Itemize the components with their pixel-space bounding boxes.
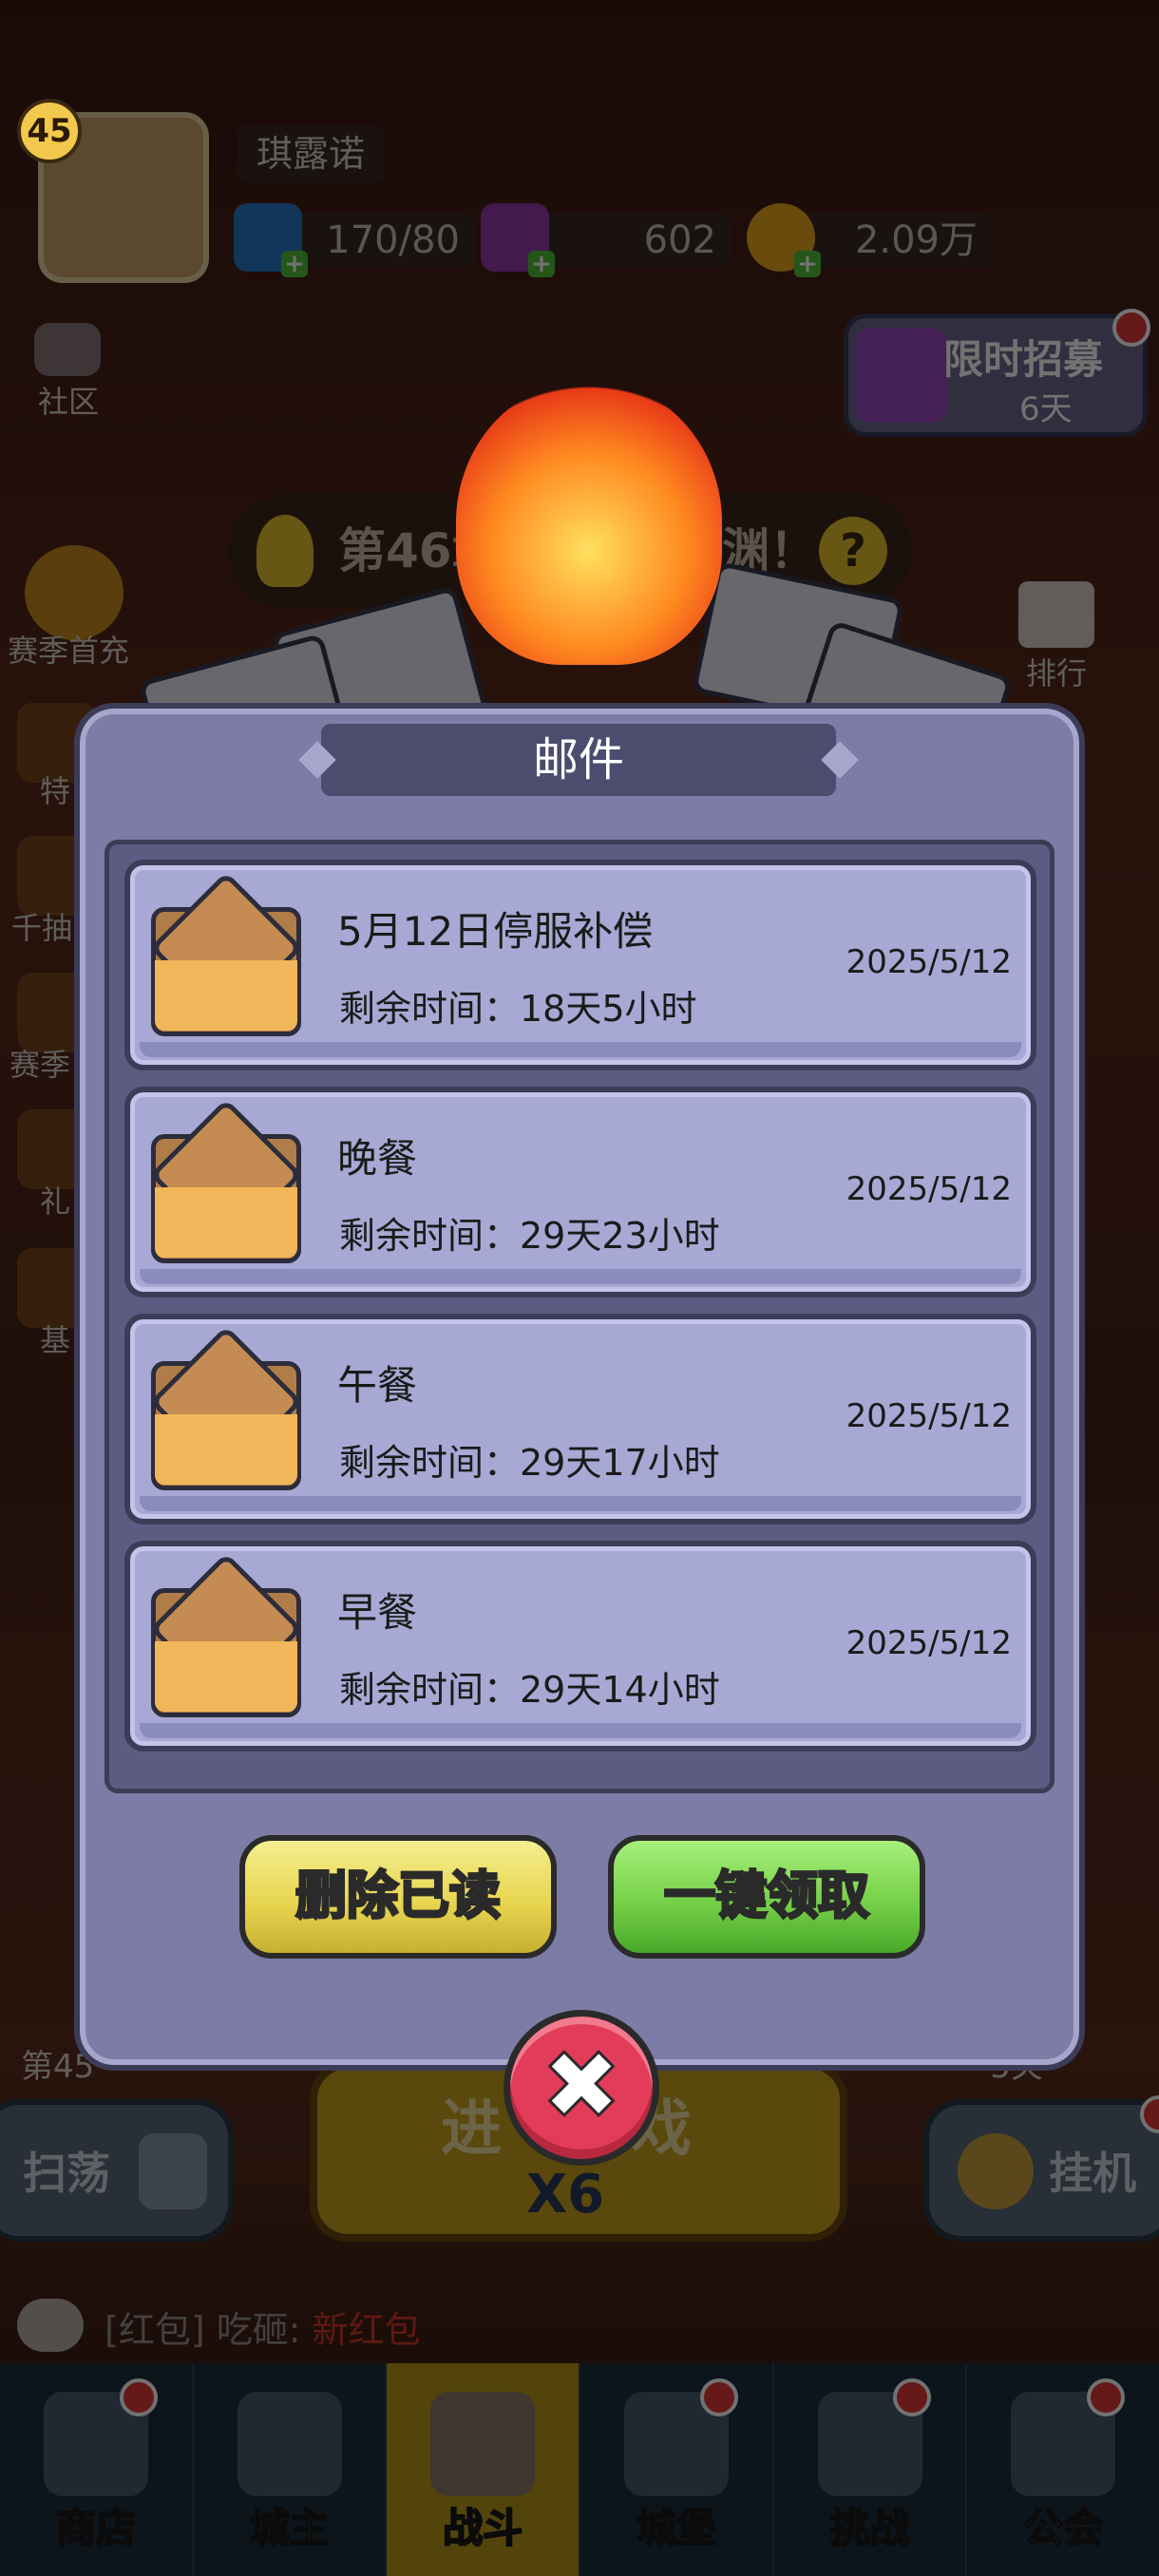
claim-all-button[interactable]: 一键领取 (608, 1835, 925, 1959)
mail-remaining-time: 剩余时间：29天17小时 (339, 1442, 720, 1484)
envelope-icon (149, 1098, 303, 1263)
player-level-badge: 45 (17, 99, 82, 163)
fire-hero-character (456, 380, 722, 665)
mail-item[interactable]: 5月12日停服补偿 剩余时间：18天5小时 2025/5/12 (124, 860, 1036, 1070)
close-icon[interactable]: ✖ (504, 2010, 659, 2166)
mail-item[interactable]: 午餐 剩余时间：29天17小时 2025/5/12 (124, 1314, 1036, 1525)
mail-date: 2025/5/12 (846, 1397, 1012, 1435)
mail-remaining-time: 剩余时间：29天14小时 (339, 1669, 720, 1711)
dialog-header: 邮件 (321, 724, 836, 796)
envelope-icon (149, 1325, 303, 1490)
mail-title: 午餐 (337, 1362, 418, 1409)
mail-list[interactable]: 5月12日停服补偿 剩余时间：18天5小时 2025/5/12 晚餐 剩余时间：… (104, 840, 1054, 1793)
envelope-icon (149, 871, 303, 1036)
mail-item[interactable]: 早餐 剩余时间：29天14小时 2025/5/12 (124, 1541, 1036, 1752)
mail-remaining-time: 剩余时间：18天5小时 (339, 988, 697, 1030)
envelope-icon (149, 1552, 303, 1717)
mail-date: 2025/5/12 (846, 943, 1012, 981)
mail-title: 晚餐 (337, 1135, 418, 1182)
dialog-title: 邮件 (532, 733, 624, 786)
delete-read-button[interactable]: 删除已读 (239, 1835, 557, 1959)
mail-remaining-time: 剩余时间：29天23小时 (339, 1215, 720, 1257)
mail-date: 2025/5/12 (846, 1624, 1012, 1662)
mail-dialog: 邮件 5月12日停服补偿 剩余时间：18天5小时 2025/5/12 晚餐 剩余… (74, 703, 1085, 2071)
mail-title: 早餐 (337, 1589, 418, 1636)
mail-title: 5月12日停服补偿 (337, 908, 654, 955)
mail-date: 2025/5/12 (846, 1170, 1012, 1208)
mail-item[interactable]: 晚餐 剩余时间：29天23小时 2025/5/12 (124, 1087, 1036, 1297)
